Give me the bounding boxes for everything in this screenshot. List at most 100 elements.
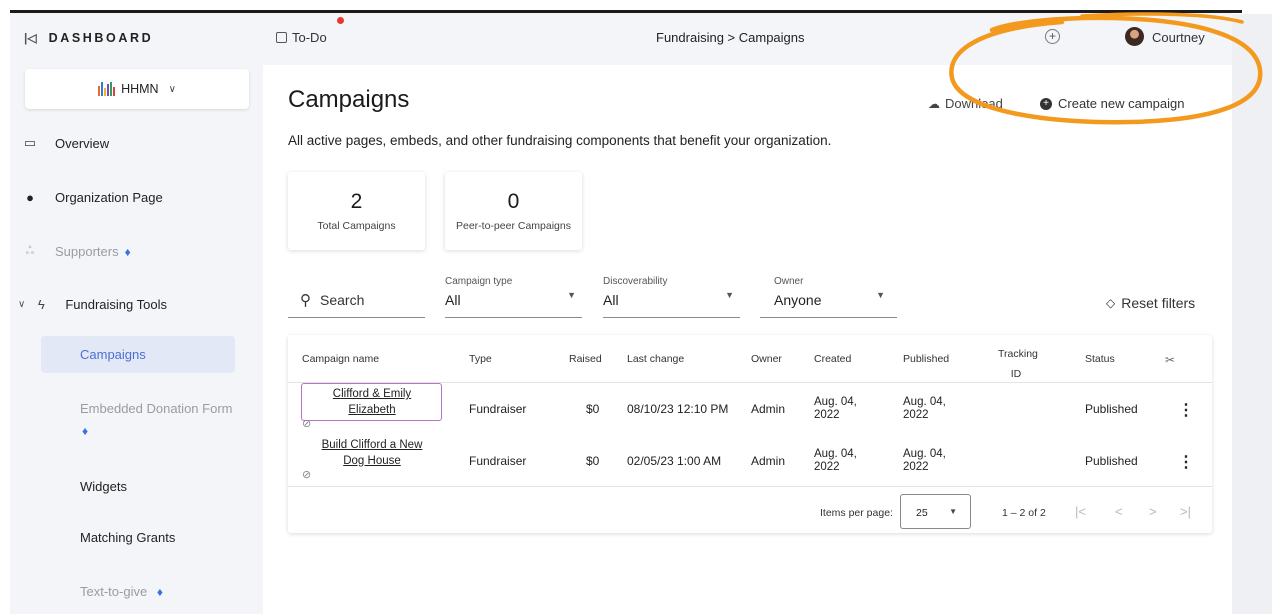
sidebar-item-supporters[interactable]: ஃ Supporters ♦: [10, 244, 263, 259]
dashboard-header: |◁ DASHBOARD: [24, 31, 153, 45]
cell-published: Aug. 04, 2022: [903, 396, 946, 422]
sidebar-item-organization-page[interactable]: ● Organization Page: [10, 190, 263, 205]
filter-value: All: [445, 292, 461, 308]
hhmn-logo-icon: [98, 82, 116, 96]
page-title: Campaigns: [288, 86, 410, 113]
sidebar-item-fundraising-tools[interactable]: ∨ ϟ Fundraising Tools: [10, 297, 263, 312]
col-header-last-change[interactable]: Last change: [627, 353, 684, 365]
sidebar-item-overview[interactable]: ▭ Overview: [10, 135, 263, 151]
cell-raised: $0: [586, 454, 600, 468]
cell-created: Aug. 04, 2022: [814, 448, 857, 474]
search-placeholder: Search: [320, 291, 365, 308]
drop-icon: ♦: [124, 244, 131, 259]
sidebar-subitem-text-to-give[interactable]: Text-to-give ♦: [80, 584, 163, 599]
filter-label: Owner: [774, 276, 804, 287]
collapse-sidebar-icon[interactable]: |◁: [24, 31, 37, 45]
col-header-name[interactable]: Campaign name: [302, 353, 379, 365]
sidebar-item-label: Organization Page: [55, 190, 163, 205]
col-header-published[interactable]: Published: [903, 353, 949, 365]
sidebar-subitem-campaigns-label: Campaigns: [80, 347, 146, 362]
filter-campaign-type[interactable]: Campaign type All ▼: [445, 276, 582, 318]
col-header-created[interactable]: Created: [814, 353, 851, 365]
dashboard-label: DASHBOARD: [48, 31, 154, 45]
dropdown-caret-icon: ▼: [725, 290, 734, 300]
dropdown-caret-icon: ▼: [949, 507, 957, 516]
campaign-name-line2: Dog House: [343, 455, 401, 467]
filter-discoverability[interactable]: Discoverability All ▼: [603, 276, 740, 318]
cell-published-line2: 2022: [903, 409, 929, 421]
lightning-icon: ϟ: [37, 297, 45, 312]
cell-type: Fundraiser: [469, 402, 527, 416]
monitor-icon: ▭: [23, 135, 37, 150]
cell-created-line1: Aug. 04,: [814, 396, 857, 408]
campaign-name-link[interactable]: Build Clifford a New Dog House: [306, 437, 438, 469]
items-per-page-label: Items per page:: [820, 507, 893, 519]
todo-label: To-Do: [292, 30, 327, 45]
sidebar-item-label: Overview: [55, 135, 110, 151]
col-header-status[interactable]: Status: [1085, 353, 1115, 365]
cell-raised: $0: [586, 402, 600, 416]
reset-filters-button[interactable]: ◇ Reset filters: [1106, 295, 1195, 311]
todo-icon: [276, 32, 287, 43]
more-vertical-icon[interactable]: ⋮: [1178, 452, 1194, 472]
prev-page-icon[interactable]: <: [1115, 504, 1123, 519]
chevron-down-icon: ∨: [168, 83, 176, 95]
search-input[interactable]: ⚲ Search: [288, 282, 425, 318]
reset-label: Reset filters: [1121, 295, 1196, 311]
sidebar: |◁ DASHBOARD HHMN ∨ ▭ Overview ● Organiz…: [10, 13, 263, 614]
eye-off-icon: ⊘: [302, 469, 312, 481]
stat-card-peer-to-peer: 0 Peer-to-peer Campaigns: [445, 172, 582, 250]
column-settings-icon[interactable]: ✂: [1165, 353, 1175, 367]
col-header-tracking-line2: ID: [1010, 368, 1022, 380]
col-header-tracking-line1: Tracking: [998, 348, 1038, 360]
cell-last-change: 08/10/23 12:10 PM: [627, 402, 729, 416]
cell-created-line1: Aug. 04,: [814, 448, 857, 460]
avatar[interactable]: [1125, 27, 1144, 46]
cell-published: Aug. 04, 2022: [903, 448, 946, 474]
sidebar-subitem-embedded-donation-form[interactable]: Embedded Donation Form: [80, 401, 232, 416]
breadcrumb[interactable]: Fundraising > Campaigns: [656, 30, 805, 45]
download-button[interactable]: ☁ Download: [928, 96, 1003, 111]
campaign-name-line1: Clifford & Emily: [332, 388, 412, 400]
range-label: 1 – 2 of 2: [1002, 507, 1046, 519]
cell-last-change: 02/05/23 1:00 AM: [627, 454, 722, 468]
filter-owner[interactable]: Owner Anyone ▼: [760, 276, 897, 318]
org-name: HHMN: [121, 82, 159, 96]
items-per-page-select[interactable]: 25 ▼: [900, 494, 971, 529]
add-icon[interactable]: +: [1045, 29, 1060, 44]
drop-icon: ♦: [156, 585, 163, 599]
notification-dot: [337, 17, 344, 24]
stat-card-total: 2 Total Campaigns: [288, 172, 425, 250]
more-vertical-icon[interactable]: ⋮: [1178, 400, 1194, 420]
plus-circle-icon: +: [1040, 97, 1052, 110]
col-header-tracking-id[interactable]: Tracking ID: [998, 344, 1038, 384]
cell-status: Published: [1085, 454, 1138, 468]
sidebar-subitem-widgets[interactable]: Widgets: [80, 479, 127, 494]
campaign-name-link[interactable]: Clifford & Emily Elizabeth: [306, 386, 438, 418]
sidebar-subitem-matching-grants[interactable]: Matching Grants: [80, 530, 175, 545]
col-header-type[interactable]: Type: [469, 353, 492, 365]
chevron-down-icon: ∨: [18, 299, 26, 310]
col-header-raised[interactable]: Raised: [569, 353, 602, 365]
sidebar-item-label: Fundraising Tools: [65, 297, 167, 312]
user-name[interactable]: Courtney: [1152, 30, 1205, 45]
col-header-owner[interactable]: Owner: [751, 353, 782, 365]
stat-value: 2: [350, 190, 363, 213]
drop-icon: ♦: [82, 424, 89, 438]
last-page-icon[interactable]: >|: [1180, 504, 1191, 519]
first-page-icon[interactable]: |<: [1075, 504, 1086, 519]
cell-owner: Admin: [751, 454, 786, 468]
org-switcher[interactable]: HHMN ∨: [25, 69, 249, 109]
stat-value: 0: [507, 190, 520, 213]
next-page-icon[interactable]: >: [1149, 504, 1157, 519]
campaigns-table: [288, 335, 1212, 533]
app-window: |◁ DASHBOARD HHMN ∨ ▭ Overview ● Organiz…: [0, 0, 1272, 614]
stat-label: Total Campaigns: [317, 220, 396, 232]
cell-type: Fundraiser: [469, 454, 527, 468]
filter-value: Anyone: [774, 292, 822, 308]
create-campaign-button[interactable]: + Create new campaign: [1040, 96, 1184, 111]
stat-label: Peer-to-peer Campaigns: [456, 220, 571, 232]
download-cloud-icon: ☁: [928, 96, 940, 111]
todo-button[interactable]: To-Do: [276, 30, 327, 45]
items-per-page-value: 25: [916, 507, 928, 519]
